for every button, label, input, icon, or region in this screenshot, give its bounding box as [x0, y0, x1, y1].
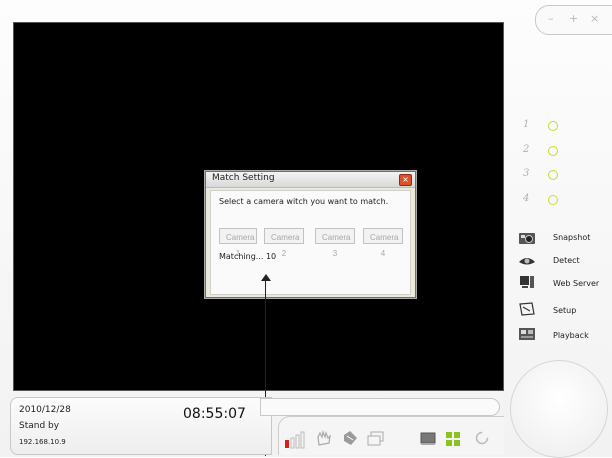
annotation-arrow-head	[261, 274, 271, 281]
dialog-title: Match Setting	[212, 173, 275, 183]
matching-status: Matching... 10	[219, 252, 277, 261]
channel-1-indicator[interactable]	[548, 121, 558, 131]
move-hand-icon[interactable]	[341, 429, 359, 447]
camera-icon[interactable]	[518, 231, 536, 245]
dialog-body: Select a camera witch you want to match.…	[210, 190, 411, 295]
dialog-title-bar[interactable]: Match Setting ×	[206, 172, 415, 188]
bottom-toolbar	[278, 416, 504, 455]
maximize-button[interactable]: +	[569, 12, 578, 26]
match-setting-dialog: Match Setting × Select a camera witch yo…	[205, 171, 416, 298]
status-box: 2010/12/28 Stand by 192.168.10.9 08:55:0…	[10, 397, 272, 455]
web-server-button[interactable]: Web Server	[553, 279, 599, 288]
channel-2-label: 2	[523, 144, 530, 155]
status-date: 2010/12/28	[19, 405, 71, 415]
setup-icon[interactable]	[518, 302, 536, 316]
ptz-dial[interactable]	[510, 360, 608, 458]
quad-view-icon[interactable]	[445, 431, 461, 447]
web-server-icon[interactable]	[518, 275, 536, 289]
window-icon[interactable]	[367, 431, 385, 447]
status-ip-address: 192.168.10.9	[19, 438, 66, 446]
record-bars-icon[interactable]	[284, 431, 308, 449]
dialog-prompt: Select a camera witch you want to match.	[219, 197, 389, 206]
snapshot-button[interactable]: Snapshot	[553, 233, 590, 242]
status-state: Stand by	[19, 421, 60, 431]
single-view-icon[interactable]	[420, 432, 436, 446]
refresh-icon[interactable]	[474, 430, 490, 446]
channel-4-label: 4	[523, 193, 530, 204]
setup-button[interactable]: Setup	[553, 306, 576, 315]
close-button[interactable]: ×	[590, 12, 599, 26]
camera-4-button[interactable]: Camera 4	[363, 228, 403, 258]
channel-3-indicator[interactable]	[548, 170, 558, 180]
app-window: – + × Match Setting × Select a camera wi…	[0, 0, 612, 458]
dialog-close-button[interactable]: ×	[399, 174, 412, 186]
status-bar-slot	[260, 398, 500, 416]
detect-eye-icon[interactable]	[518, 253, 536, 267]
pan-hand-icon[interactable]	[315, 429, 333, 447]
camera-3-button[interactable]: Camera 3	[315, 228, 355, 258]
playback-button[interactable]: Playback	[553, 331, 589, 340]
channel-2-indicator[interactable]	[548, 146, 558, 156]
playback-icon[interactable]	[518, 327, 536, 341]
minimize-button[interactable]: –	[548, 12, 554, 26]
status-clock: 08:55:07	[183, 406, 246, 422]
window-controls: – + ×	[535, 5, 612, 35]
camera-1-button[interactable]: Camera 1	[219, 228, 257, 258]
channel-4-indicator[interactable]	[548, 195, 558, 205]
detect-button[interactable]: Detect	[553, 256, 580, 265]
channel-1-label: 1	[523, 119, 530, 130]
camera-2-button[interactable]: Camera 2	[264, 228, 304, 258]
channel-3-label: 3	[523, 168, 530, 179]
